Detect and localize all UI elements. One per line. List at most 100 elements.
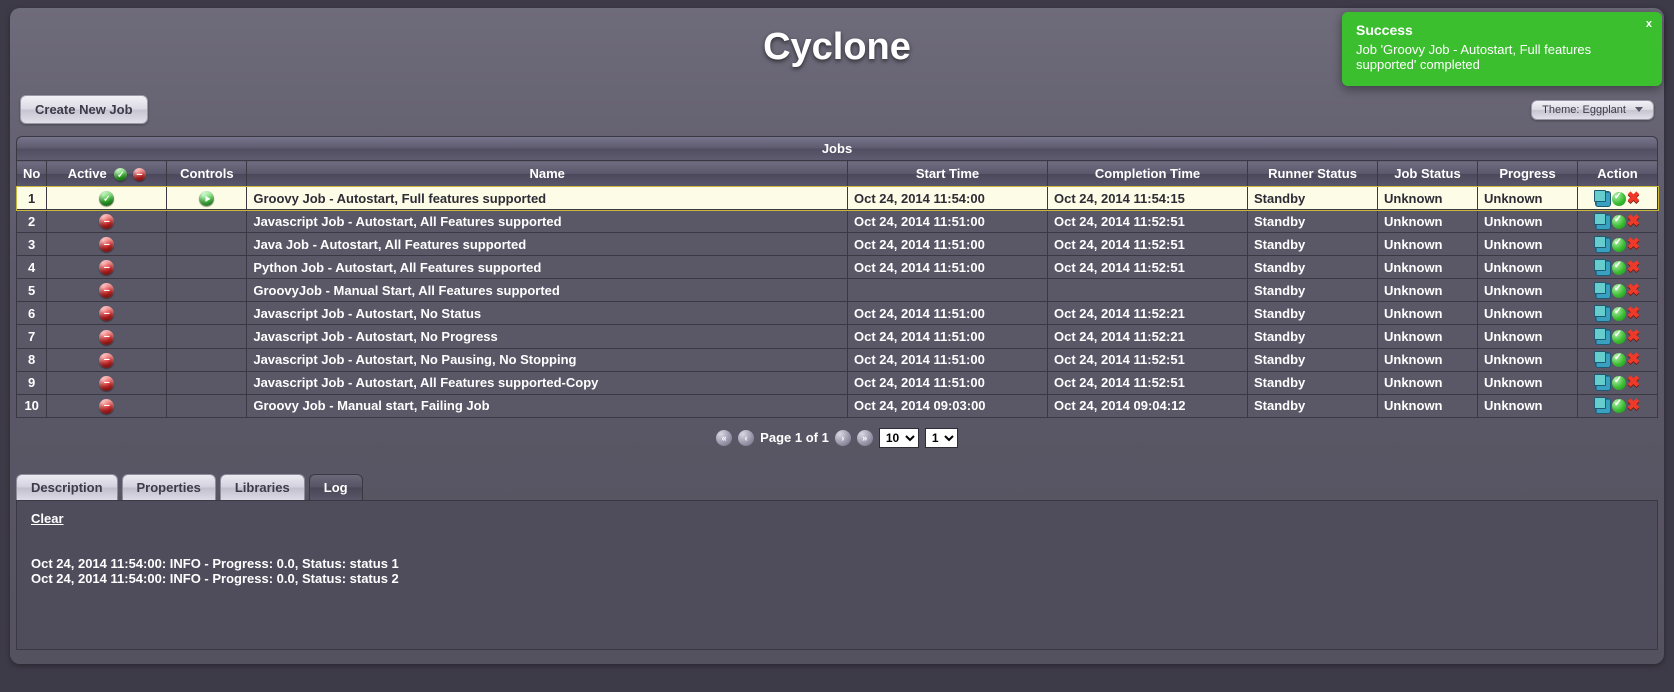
confirm-icon[interactable] [1612, 261, 1626, 275]
inactive-icon[interactable] [99, 376, 114, 391]
pager-first-icon[interactable]: « [716, 430, 732, 446]
col-action[interactable]: Action [1578, 161, 1658, 187]
cell-controls[interactable] [167, 256, 247, 279]
confirm-icon[interactable] [1612, 307, 1626, 321]
delete-icon[interactable]: ✖ [1627, 377, 1640, 389]
col-controls[interactable]: Controls [167, 161, 247, 187]
delete-icon[interactable]: ✖ [1627, 193, 1640, 205]
log-panel[interactable]: Clear Oct 24, 2014 11:54:00: INFO - Prog… [16, 500, 1658, 650]
col-name[interactable]: Name [247, 161, 848, 187]
inactive-icon[interactable] [99, 399, 114, 414]
delete-icon[interactable]: ✖ [1627, 400, 1640, 412]
cell-controls[interactable] [167, 187, 247, 210]
tab-libraries[interactable]: Libraries [220, 474, 305, 500]
pager-last-icon[interactable]: » [857, 430, 873, 446]
inactive-icon[interactable] [99, 214, 114, 229]
col-runner[interactable]: Runner Status [1248, 161, 1378, 187]
copy-icon[interactable] [1596, 192, 1610, 206]
inactive-icon[interactable] [99, 353, 114, 368]
inactive-icon[interactable] [99, 260, 114, 275]
cell-controls[interactable] [167, 279, 247, 302]
pager-prev-icon[interactable]: ‹ [738, 430, 754, 446]
table-row[interactable]: 5GroovyJob - Manual Start, All Features … [17, 279, 1658, 302]
log-clear-link[interactable]: Clear [31, 511, 64, 526]
cell-active[interactable] [47, 325, 167, 348]
pager-page-select[interactable]: 1 [925, 428, 958, 448]
table-row[interactable]: 3Java Job - Autostart, All Features supp… [17, 233, 1658, 256]
copy-icon[interactable] [1596, 376, 1610, 390]
copy-icon[interactable] [1596, 261, 1610, 275]
deactivate-all-icon[interactable] [133, 168, 146, 181]
table-row[interactable]: 8Javascript Job - Autostart, No Pausing,… [17, 348, 1658, 371]
cell-active[interactable] [47, 394, 167, 417]
table-row[interactable]: 4Python Job - Autostart, All Features su… [17, 256, 1658, 279]
play-icon[interactable] [199, 191, 214, 206]
delete-icon[interactable]: ✖ [1627, 308, 1640, 320]
tab-description[interactable]: Description [16, 474, 118, 500]
copy-icon[interactable] [1596, 353, 1610, 367]
theme-select[interactable]: Theme: Eggplant [1531, 100, 1654, 120]
col-active[interactable]: Active [47, 161, 167, 187]
table-row[interactable]: 6Javascript Job - Autostart, No StatusOc… [17, 302, 1658, 325]
inactive-icon[interactable] [99, 330, 114, 345]
table-row[interactable]: 7Javascript Job - Autostart, No Progress… [17, 325, 1658, 348]
col-jobstatus[interactable]: Job Status [1378, 161, 1478, 187]
confirm-icon[interactable] [1612, 238, 1626, 252]
delete-icon[interactable]: ✖ [1627, 331, 1640, 343]
create-job-button[interactable]: Create New Job [20, 95, 148, 124]
copy-icon[interactable] [1596, 399, 1610, 413]
delete-icon[interactable]: ✖ [1627, 285, 1640, 297]
table-row[interactable]: 10Groovy Job - Manual start, Failing Job… [17, 394, 1658, 417]
confirm-icon[interactable] [1612, 376, 1626, 390]
table-row[interactable]: 2Javascript Job - Autostart, All Feature… [17, 210, 1658, 233]
toast-title: Success [1356, 22, 1634, 38]
confirm-icon[interactable] [1612, 215, 1626, 229]
cell-controls[interactable] [167, 325, 247, 348]
col-start[interactable]: Start Time [848, 161, 1048, 187]
copy-icon[interactable] [1596, 330, 1610, 344]
delete-icon[interactable]: ✖ [1627, 354, 1640, 366]
theme-label: Theme: Eggplant [1542, 104, 1626, 116]
cell-controls[interactable] [167, 394, 247, 417]
cell-active[interactable] [47, 233, 167, 256]
tab-log[interactable]: Log [309, 474, 363, 500]
table-row[interactable]: 9Javascript Job - Autostart, All Feature… [17, 371, 1658, 394]
confirm-icon[interactable] [1612, 192, 1626, 206]
delete-icon[interactable]: ✖ [1627, 239, 1640, 251]
cell-active[interactable] [47, 210, 167, 233]
copy-icon[interactable] [1596, 284, 1610, 298]
cell-controls[interactable] [167, 233, 247, 256]
confirm-icon[interactable] [1612, 399, 1626, 413]
col-no[interactable]: No [17, 161, 47, 187]
cell-active[interactable] [47, 256, 167, 279]
active-icon[interactable] [99, 191, 114, 206]
inactive-icon[interactable] [99, 283, 114, 298]
cell-active[interactable] [47, 302, 167, 325]
delete-icon[interactable]: ✖ [1627, 216, 1640, 228]
pager-next-icon[interactable]: › [835, 430, 851, 446]
pager-size-select[interactable]: 10 [879, 428, 919, 448]
tab-properties[interactable]: Properties [122, 474, 216, 500]
table-row[interactable]: 1Groovy Job - Autostart, Full features s… [17, 187, 1658, 210]
confirm-icon[interactable] [1612, 284, 1626, 298]
inactive-icon[interactable] [99, 237, 114, 252]
cell-controls[interactable] [167, 348, 247, 371]
delete-icon[interactable]: ✖ [1627, 262, 1640, 274]
inactive-icon[interactable] [99, 306, 114, 321]
cell-active[interactable] [47, 371, 167, 394]
cell-active[interactable] [47, 187, 167, 210]
confirm-icon[interactable] [1612, 353, 1626, 367]
copy-icon[interactable] [1596, 215, 1610, 229]
col-completion[interactable]: Completion Time [1048, 161, 1248, 187]
cell-active[interactable] [47, 348, 167, 371]
col-progress[interactable]: Progress [1478, 161, 1578, 187]
cell-controls[interactable] [167, 210, 247, 233]
cell-controls[interactable] [167, 302, 247, 325]
copy-icon[interactable] [1596, 238, 1610, 252]
cell-controls[interactable] [167, 371, 247, 394]
toast-close-icon[interactable]: x [1646, 18, 1652, 30]
confirm-icon[interactable] [1612, 330, 1626, 344]
activate-all-icon[interactable] [114, 168, 127, 181]
cell-active[interactable] [47, 279, 167, 302]
copy-icon[interactable] [1596, 307, 1610, 321]
